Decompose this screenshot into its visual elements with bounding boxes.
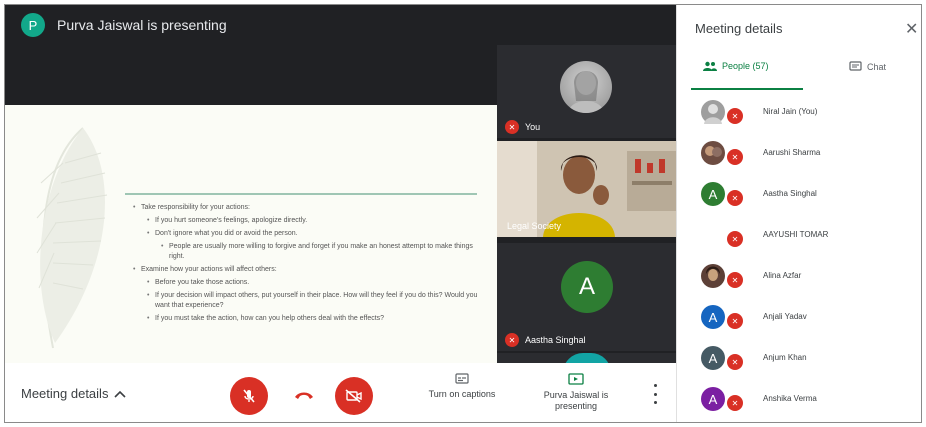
slide-bullet: If you hurt someone's feelings, apologiz… [147,216,483,226]
mic-off-icon: ✕ [505,333,519,347]
tile-aastha-singhal[interactable]: A ✕ Aastha Singhal [497,243,676,351]
active-tab-indicator [691,88,803,90]
participant-avatar: A [561,261,613,313]
phone-hangup-icon [295,392,313,399]
mic-off-icon: ✕ [727,354,743,370]
presenting-label: Purva Jaiswal is presenting [543,390,609,411]
slide-bullet: Take responsibility for your actions: [133,203,483,213]
slide-bullet: If your decision will impact others, put… [147,291,483,311]
chat-icon [849,61,862,71]
close-icon[interactable]: ✕ [905,19,918,39]
panel-title: Meeting details [695,21,783,36]
feather-decoration-icon [36,127,108,349]
slide-bullet: Examine how your actions will affect oth… [133,265,483,275]
mic-off-icon: ✕ [727,149,743,165]
participant-name: AAYUSHI TOMAR [763,230,829,239]
camera-toggle-button[interactable] [335,377,373,415]
mic-off-icon: ✕ [727,190,743,206]
chevron-up-icon [114,390,127,398]
slide-rule [125,193,477,195]
mic-off-icon: ✕ [505,120,519,134]
avatar: A [701,387,725,411]
bottom-controls: Meeting details Turn on captions Purva J… [5,363,676,422]
list-item[interactable]: ✕ Aarushi Sharma [677,136,921,177]
tab-people[interactable]: People (57) [703,61,769,71]
mic-off-icon: ✕ [727,231,743,247]
list-item[interactable]: ✕ AAYUSHI TOMAR [677,218,921,259]
tile-you[interactable]: ✕ You [497,45,676,138]
tab-chat[interactable]: Chat [849,61,886,72]
captions-button[interactable]: Turn on captions [417,373,507,400]
shared-slide: Take responsibility for your actions: If… [5,105,497,363]
tile-name: You [525,122,541,132]
participant-name: Aastha Singhal [763,189,817,198]
mic-off-icon [243,389,255,403]
camera-off-icon [345,389,362,403]
slide-bullet: People are usually more willing to forgi… [161,242,483,262]
participant-name: Aarushi Sharma [763,148,821,157]
tile-name: Legal Society [507,221,562,231]
more-vert-icon[interactable] [648,384,662,404]
presenter-avatar: P [21,13,45,37]
tile-next-partial[interactable] [497,353,676,363]
presenter-bar: P Purva Jaiswal is presenting [5,5,676,45]
participant-name: Anjali Yadav [763,312,807,321]
people-list: ✕ Niral Jain (You) ✕ Aarushi Sharma A ✕ … [677,95,921,422]
participant-name: Anshika Verma [763,394,817,403]
participant-name: Niral Jain (You) [763,107,818,116]
slide-bullet: Before you take those actions. [147,278,483,288]
list-item[interactable]: ✕ Alina Azfar [677,259,921,300]
stage: P Purva Jaiswal is presenting Take respo… [5,5,676,363]
meeting-details-label: Meeting details [21,386,109,401]
avatar [701,223,725,247]
list-item[interactable]: A ✕ Anshika Verma [677,382,921,422]
tab-chat-label: Chat [867,61,887,72]
mic-off-icon: ✕ [727,313,743,329]
self-video-thumbnail [560,61,612,113]
people-icon [703,61,717,71]
present-button[interactable]: Purva Jaiswal is presenting [531,373,621,412]
leave-call-button[interactable] [291,384,317,406]
mic-toggle-button[interactable] [230,377,268,415]
participant-avatar [563,353,611,363]
avatar [701,141,725,165]
captions-icon [455,373,469,384]
present-screen-icon [568,373,584,385]
avatar: A [701,346,725,370]
presenter-title: Purva Jaiswal is presenting [57,17,227,33]
slide-bullets: Take responsibility for your actions: If… [133,203,483,327]
participant-tiles: ✕ You Legal Society A ✕ Aastha Singhal [497,45,676,363]
avatar [701,100,725,124]
avatar [701,264,725,288]
mic-off-icon: ✕ [727,272,743,288]
avatar: A [701,182,725,206]
participant-name: Alina Azfar [763,271,802,280]
list-item[interactable]: A ✕ Anjali Yadav [677,300,921,341]
list-item[interactable]: A ✕ Aastha Singhal [677,177,921,218]
tab-people-label: People (57) [722,61,769,71]
participant-name: Anjum Khan [763,353,807,362]
meeting-details-panel: Meeting details ✕ People (57) Chat ✕ Nir… [676,5,921,422]
captions-label: Turn on captions [428,389,496,399]
list-item[interactable]: ✕ Niral Jain (You) [677,95,921,136]
list-item[interactable]: A ✕ Anjum Khan [677,341,921,382]
meeting-details-button[interactable]: Meeting details [21,386,127,401]
avatar: A [701,305,725,329]
slide-bullet: If you must take the action, how can you… [147,314,483,324]
mic-off-icon: ✕ [727,108,743,124]
tile-legal-society[interactable]: Legal Society [497,141,676,237]
slide-bullet: Don't ignore what you did or avoid the p… [147,229,483,239]
tile-name: Aastha Singhal [525,335,586,345]
mic-off-icon: ✕ [727,395,743,411]
meet-window: P Purva Jaiswal is presenting Take respo… [4,4,922,423]
